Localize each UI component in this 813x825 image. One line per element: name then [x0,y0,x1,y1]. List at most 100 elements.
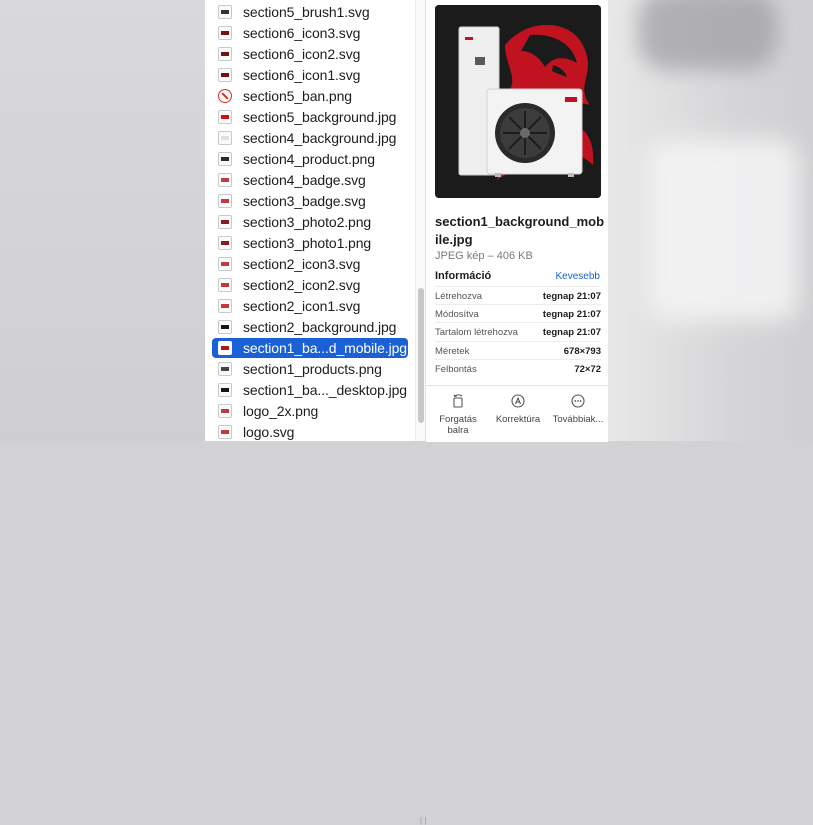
file-row[interactable]: logo.svg [212,422,408,441]
file-row[interactable]: section1_ba..._desktop.jpg [212,380,408,400]
blurred-shape [648,140,798,320]
svg-file-icon [218,47,232,61]
file-name: section1_ba..._desktop.jpg [243,382,407,398]
file-row[interactable]: section6_icon2.svg [212,44,408,64]
image-file-icon [218,362,232,376]
rotate-left-button[interactable]: Forgatás balra [428,394,488,436]
file-row[interactable]: section5_brush1.svg [212,2,408,22]
collapse-handle-icon[interactable]: | | [420,816,426,825]
preview-inspector: section1_background_mobile.jpg JPEG kép … [420,0,608,825]
thumbnail-swatch [221,31,229,35]
ellipsis-icon [571,394,585,408]
thumbnail-swatch [221,346,229,350]
info-row-content-created: Tartalom létrehozva tegnap 21:07 [435,322,601,341]
thumbnail-swatch [221,367,229,371]
svg-file-icon [218,5,232,19]
file-row[interactable]: section4_badge.svg [212,170,408,190]
svg-file-icon [218,257,232,271]
svg-file-icon [218,194,232,208]
file-row[interactable]: section5_ban.png [212,86,408,106]
file-name: section1_products.png [243,361,382,377]
file-row[interactable]: logo_2x.png [212,401,408,421]
file-name: section5_ban.png [243,88,352,104]
blurred-shape [638,0,778,70]
file-name: section2_icon1.svg [243,298,361,314]
image-file-icon [218,383,232,397]
file-row-selected[interactable]: section1_ba...d_mobile.jpg [212,338,408,358]
markup-pen-icon [511,394,525,408]
file-name: logo_2x.png [243,403,319,419]
image-file-icon [218,152,232,166]
info-row-modified: Módosítva tegnap 21:07 [435,304,601,323]
file-row[interactable]: section6_icon3.svg [212,23,408,43]
file-row[interactable]: section4_product.png [212,149,408,169]
info-row-resolution: Felbontás 72×72 [435,359,601,378]
thumbnail-swatch [221,262,229,266]
file-kind-size: JPEG kép – 406 KB [435,250,533,262]
thumbnail-swatch [221,220,229,224]
file-name: section2_background.jpg [243,319,397,335]
info-value: 72×72 [574,363,601,375]
more-button[interactable]: Továbbiak... [548,394,608,425]
svg-file-icon [218,68,232,82]
file-name: section6_icon2.svg [243,46,361,62]
file-row[interactable]: section4_background.jpg [212,128,408,148]
info-value: tegnap 21:07 [542,290,601,302]
file-row[interactable]: section6_icon1.svg [212,65,408,85]
info-row-dimensions: Méretek 678×793 [435,341,601,360]
file-list: section5_brush1.svg section6_icon3.svgsec… [205,0,415,441]
markup-button[interactable]: Korrektúra [488,394,548,425]
file-name: section3_badge.svg [243,193,366,209]
file-row[interactable]: section3_badge.svg [212,191,408,211]
show-less-link[interactable]: Kevesebb [556,271,600,282]
thumbnail-swatch [221,304,229,308]
file-name: section2_icon3.svg [243,256,361,272]
thumbnail-swatch [221,10,229,14]
file-row[interactable]: section2_background.jpg [212,317,408,337]
file-row[interactable]: section2_icon1.svg [212,296,408,316]
thumbnail-swatch [221,73,229,77]
file-name: section4_product.png [243,151,375,167]
info-label: Tartalom létrehozva [435,326,518,338]
file-name: section2_icon2.svg [243,277,361,293]
info-row-created: Létrehozva tegnap 21:07 [435,286,601,305]
file-row[interactable]: section1_products.png [212,359,408,379]
file-row[interactable]: section5_background.jpg [212,107,408,127]
file-title: section1_background_mobile.jpg [435,214,605,247]
file-name: logo.svg [243,424,295,440]
info-label: Módosítva [435,308,479,320]
more-label: Továbbiak... [552,414,604,425]
finder-window: section5_brush1.svg section6_icon3.svg sec… [205,0,608,825]
file-row[interactable]: section3_photo1.png [212,233,408,253]
info-heading: Információ [435,270,492,282]
file-name: section6_icon3.svg [243,25,361,41]
file-row[interactable]: section2_icon2.svg [212,275,408,295]
file-name: section1_ba...d_mobile.jpg [243,340,407,356]
desktop-background-left [0,0,205,441]
file-row[interactable]: section3_photo2.png [212,212,408,232]
svg-file-icon [218,299,232,313]
image-file-icon [218,110,232,124]
svg-file-icon [218,26,232,40]
thumbnail-swatch [221,157,229,161]
file-row[interactable]: section2_icon3.svg [212,254,408,274]
heat-pump-preview-image [435,5,601,198]
thumbnail-swatch [221,92,229,100]
file-name: section5_background.jpg [243,109,397,125]
info-value: 678×793 [563,345,601,357]
file-name: section3_photo1.png [243,235,372,251]
image-file-icon [218,320,232,334]
thumbnail-swatch [221,388,229,392]
desktop-background-right [608,0,813,441]
image-file-icon [218,404,232,418]
thumbnail-swatch [221,241,229,245]
thumbnail-swatch [221,136,229,140]
info-value: tegnap 21:07 [542,308,601,320]
svg-file-icon [218,173,232,187]
thumbnail-swatch [221,52,229,56]
file-name: section5_brush1.svg [243,4,370,20]
image-file-icon [218,131,232,145]
file-name: section4_background.jpg [243,130,397,146]
scrollbar-thumb[interactable] [418,288,424,423]
thumbnail-swatch [221,178,229,182]
